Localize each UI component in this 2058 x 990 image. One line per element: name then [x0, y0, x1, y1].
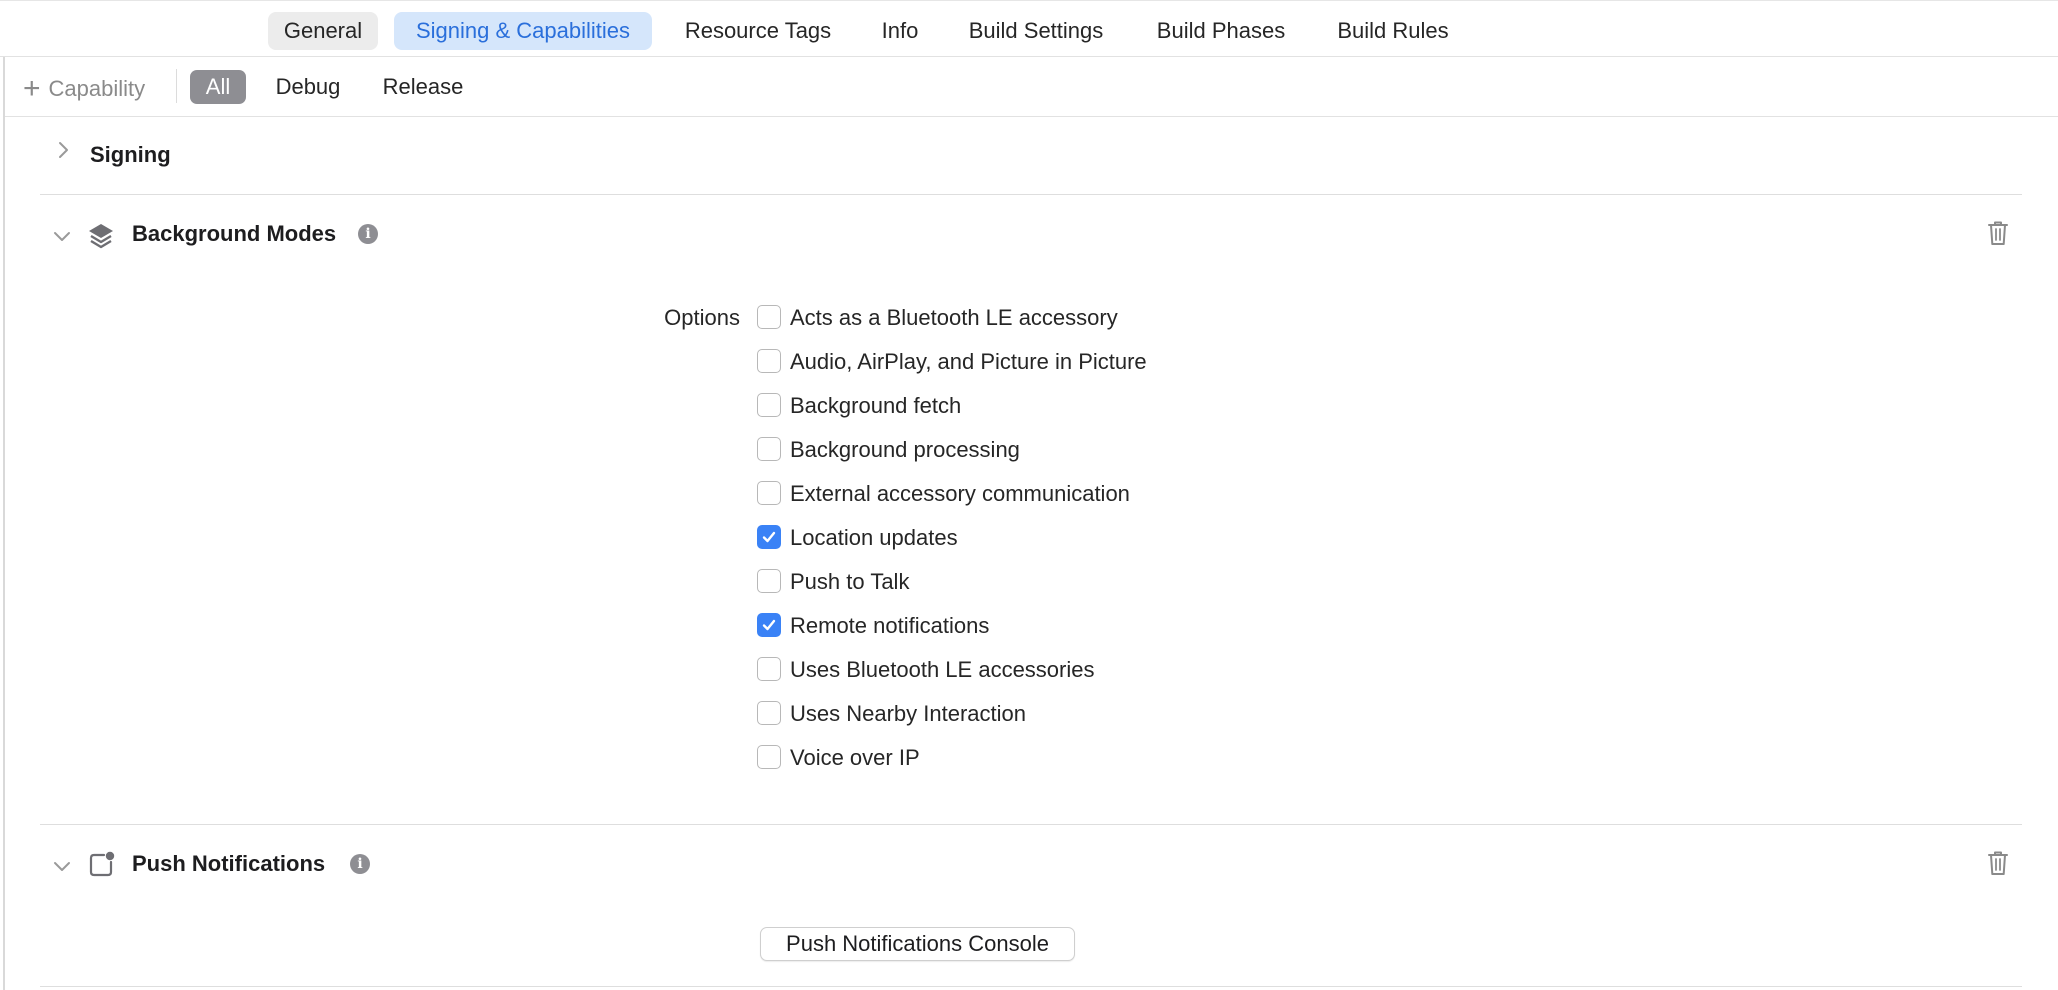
info-icon[interactable]: i [358, 224, 378, 244]
option-label[interactable]: Location updates [790, 523, 958, 553]
notification-badge-icon [88, 850, 116, 883]
capability-filter-bar: + Capability All Debug Release [5, 57, 2058, 117]
section-divider [40, 194, 2022, 195]
chevron-right-icon[interactable] [56, 140, 70, 166]
editor-tab-bar: General Signing & Capabilities Resource … [0, 0, 2058, 57]
option-label[interactable]: Audio, AirPlay, and Picture in Picture [790, 347, 1147, 377]
checkmark-icon [762, 619, 776, 631]
tab-build-phases[interactable]: Build Phases [1142, 12, 1300, 50]
trash-icon[interactable] [1986, 849, 2010, 877]
section-divider [40, 824, 2022, 825]
option-checkbox[interactable] [757, 481, 781, 505]
filter-all-button[interactable]: All [190, 70, 246, 104]
option-checkbox[interactable] [757, 437, 781, 461]
background-modes-title: Background Modes [132, 221, 337, 246]
tab-info[interactable]: Info [868, 12, 932, 50]
tab-general[interactable]: General [268, 12, 378, 50]
add-capability-label: Capability [48, 76, 146, 101]
tab-signing-capabilities[interactable]: Signing & Capabilities [394, 12, 652, 50]
checkmark-icon [762, 531, 776, 543]
option-checkbox[interactable] [757, 745, 781, 769]
option-checkbox[interactable] [757, 569, 781, 593]
chevron-down-icon[interactable] [52, 223, 72, 249]
option-label[interactable]: Uses Bluetooth LE accessories [790, 655, 1095, 685]
option-checkbox[interactable] [757, 613, 781, 637]
option-label[interactable]: External accessory communication [790, 479, 1130, 509]
option-checkbox[interactable] [757, 657, 781, 681]
option-checkbox[interactable] [757, 305, 781, 329]
info-icon[interactable]: i [350, 854, 370, 874]
option-label[interactable]: Voice over IP [790, 743, 920, 773]
trash-icon[interactable] [1986, 219, 2010, 247]
signing-section-title[interactable]: Signing [90, 142, 171, 168]
option-checkbox[interactable] [757, 393, 781, 417]
section-divider [40, 986, 2022, 987]
option-label[interactable]: Background fetch [790, 391, 961, 421]
tab-build-rules[interactable]: Build Rules [1322, 12, 1464, 50]
option-label[interactable]: Acts as a Bluetooth LE accessory [790, 303, 1118, 333]
option-checkbox[interactable] [757, 701, 781, 725]
option-label[interactable]: Remote notifications [790, 611, 989, 641]
left-divider [3, 57, 5, 990]
plus-icon: + [23, 72, 41, 105]
add-capability-button[interactable]: + Capability [23, 70, 146, 105]
filter-release-button[interactable]: Release [370, 70, 476, 104]
option-label[interactable]: Push to Talk [790, 567, 909, 597]
filter-divider [176, 69, 177, 103]
options-label: Options [664, 305, 740, 330]
option-checkbox[interactable] [757, 525, 781, 549]
push-notifications-console-button[interactable]: Push Notifications Console [760, 927, 1075, 961]
tab-resource-tags[interactable]: Resource Tags [670, 12, 846, 50]
option-label[interactable]: Background processing [790, 435, 1020, 465]
option-checkbox[interactable] [757, 349, 781, 373]
tab-build-settings[interactable]: Build Settings [954, 12, 1118, 50]
filter-debug-button[interactable]: Debug [263, 70, 353, 104]
push-notifications-title: Push Notifications [132, 851, 326, 876]
option-label[interactable]: Uses Nearby Interaction [790, 699, 1026, 729]
chevron-down-icon[interactable] [52, 853, 72, 879]
layers-icon [86, 220, 116, 255]
